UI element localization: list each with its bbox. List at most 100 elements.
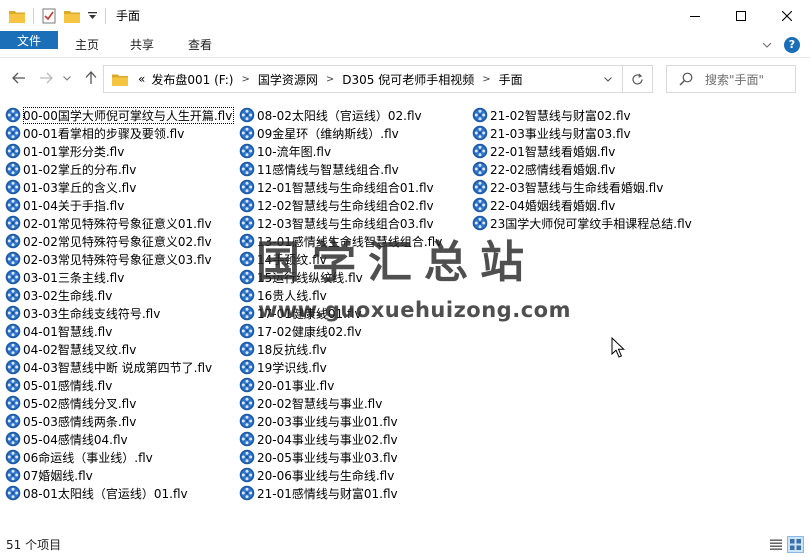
file-item[interactable]: 01-02掌丘的分布.flv [4, 160, 234, 178]
maximize-button[interactable] [718, 0, 764, 31]
forward-arrow-icon[interactable] [35, 67, 57, 89]
file-item[interactable]: 07婚姻线.flv [4, 466, 234, 484]
address-bar[interactable]: « 发布盘001 (F:) > 国学资源网 > D305 倪可老师手相视频 > … [103, 65, 653, 93]
video-file-icon [239, 269, 255, 285]
video-file-icon [5, 413, 21, 429]
file-column-1: 00-00国学大师倪可掌纹与人生开篇.flv 00-01看掌相的步骤及要领.flv… [4, 106, 235, 502]
video-file-icon [5, 323, 21, 339]
breadcrumb-separator-icon[interactable]: > [241, 74, 249, 85]
tab-home[interactable]: 主页 [58, 31, 116, 57]
breadcrumb-separator-icon[interactable]: > [326, 74, 334, 85]
help-icon[interactable]: ? [784, 36, 800, 53]
file-name: 05-03感情线两条.flv [23, 414, 137, 429]
file-item[interactable]: 12-02智慧线与生命线组合02.flv [238, 196, 442, 214]
customize-toolbar-chevron-icon[interactable] [86, 7, 98, 25]
file-item[interactable]: 00-00国学大师倪可掌纹与人生开篇.flv [4, 106, 235, 124]
file-item[interactable]: 22-03智慧线与生命线看婚姻.flv [471, 178, 692, 196]
file-item[interactable]: 01-01掌形分类.flv [4, 142, 234, 160]
file-item[interactable]: 10-流年图.flv [238, 142, 442, 160]
properties-icon[interactable] [40, 7, 58, 25]
video-file-icon [5, 215, 21, 231]
file-item[interactable]: 05-01感情线.flv [4, 376, 234, 394]
file-item[interactable]: 03-01三条主线.flv [4, 268, 234, 286]
details-view-icon[interactable] [767, 536, 784, 553]
large-icons-view-icon[interactable] [787, 536, 804, 553]
tab-file[interactable]: 文件 [0, 31, 58, 49]
breadcrumb-video-folder[interactable]: D305 倪可老师手相视频 [342, 71, 474, 88]
video-file-icon [239, 467, 255, 483]
breadcrumb-drive[interactable]: 发布盘001 (F:) [151, 71, 233, 88]
file-name: 04-02智慧线叉纹.flv [23, 342, 137, 357]
video-file-icon [239, 107, 255, 123]
navigation-bar: « 发布盘001 (F:) > 国学资源网 > D305 倪可老师手相视频 > … [0, 58, 810, 100]
file-item[interactable]: 20-04事业线与事业02.flv [238, 430, 442, 448]
file-name: 00-01看掌相的步骤及要领.flv [23, 126, 185, 141]
file-name: 20-02智慧线与事业.flv [257, 396, 383, 411]
file-item[interactable]: 03-02生命线.flv [4, 286, 234, 304]
back-arrow-icon[interactable] [8, 67, 30, 89]
file-item[interactable]: 17-02健康线02.flv [238, 322, 442, 340]
file-item[interactable]: 04-02智慧线叉纹.flv [4, 340, 234, 358]
video-file-icon [239, 449, 255, 465]
file-item[interactable]: 04-01智慧线.flv [4, 322, 234, 340]
expand-ribbon-icon[interactable] [756, 38, 778, 51]
file-item[interactable]: 20-05事业线与事业03.flv [238, 448, 442, 466]
file-item[interactable]: 12-01智慧线与生命线组合01.flv [238, 178, 442, 196]
file-name: 18反抗线.flv [257, 342, 327, 357]
file-item[interactable]: 02-02常见特殊符号象征意义02.flv [4, 232, 234, 250]
file-item[interactable]: 22-02感情线看婚姻.flv [471, 160, 692, 178]
minimize-button[interactable] [672, 0, 718, 31]
search-box[interactable]: 搜索"手面" [666, 65, 796, 93]
file-item[interactable]: 20-01事业.flv [238, 376, 442, 394]
quick-access-toolbar: 手面 [0, 0, 140, 31]
address-dropdown-chevron-icon[interactable] [598, 66, 618, 92]
file-item[interactable]: 05-03感情线两条.flv [4, 412, 234, 430]
file-item[interactable]: 05-04感情线04.flv [4, 430, 234, 448]
file-item[interactable]: 18反抗线.flv [238, 340, 442, 358]
file-item[interactable]: 09金星环（维纳斯线）.flv [238, 124, 442, 142]
breadcrumb-resources[interactable]: 国学资源网 [258, 71, 318, 88]
file-item[interactable]: 04-03智慧线中断 说成第四节了.flv [4, 358, 234, 376]
watermark-url: www.guoxuehuizong.com [258, 298, 571, 322]
video-file-icon [472, 161, 488, 177]
file-item[interactable]: 20-06事业线与生命线.flv [238, 466, 442, 484]
file-item[interactable]: 06命运线（事业线）.flv [4, 448, 234, 466]
file-item[interactable]: 02-01常见特殊符号象征意义01.flv [4, 214, 234, 232]
file-item[interactable]: 00-01看掌相的步骤及要领.flv [4, 124, 234, 142]
file-name: 01-02掌丘的分布.flv [23, 162, 137, 177]
file-item[interactable]: 01-04关于手指.flv [4, 196, 234, 214]
close-button[interactable] [764, 0, 810, 31]
file-name: 20-06事业线与生命线.flv [257, 468, 395, 483]
file-item[interactable]: 21-02智慧线与财富02.flv [471, 106, 692, 124]
tab-share[interactable]: 共享 [116, 31, 168, 57]
file-item[interactable]: 22-01智慧线看婚姻.flv [471, 142, 692, 160]
refresh-icon[interactable] [622, 66, 652, 92]
new-folder-icon[interactable] [63, 7, 81, 25]
breadcrumb-separator-icon[interactable]: > [482, 74, 490, 85]
file-item[interactable]: 11感情线与智慧线组合.flv [238, 160, 442, 178]
recent-locations-chevron-icon[interactable] [60, 67, 74, 89]
file-name: 08-02太阳线（官运线）02.flv [257, 108, 422, 123]
breadcrumb-overflow[interactable]: « [138, 72, 145, 86]
file-item[interactable]: 03-03生命线支线符号.flv [4, 304, 234, 322]
file-item[interactable]: 02-03常见特殊符号象征意义03.flv [4, 250, 234, 268]
up-arrow-icon[interactable] [80, 67, 102, 89]
breadcrumb-current[interactable]: 手面 [499, 71, 523, 88]
file-item[interactable]: 01-03掌丘的含义.flv [4, 178, 234, 196]
file-item[interactable]: 20-03事业线与事业01.flv [238, 412, 442, 430]
file-name: 01-01掌形分类.flv [23, 144, 125, 159]
file-item[interactable]: 21-01感情线与财富01.flv [238, 484, 442, 502]
search-input[interactable]: 搜索"手面" [705, 71, 764, 88]
file-item[interactable]: 20-02智慧线与事业.flv [238, 394, 442, 412]
file-name: 04-03智慧线中断 说成第四节了.flv [23, 360, 213, 375]
file-item[interactable]: 05-02感情线分叉.flv [4, 394, 234, 412]
file-item[interactable]: 21-03事业线与财富03.flv [471, 124, 692, 142]
file-item[interactable]: 22-04婚姻线看婚姻.flv [471, 196, 692, 214]
video-file-icon [5, 431, 21, 447]
file-item[interactable]: 19学识线.flv [238, 358, 442, 376]
file-item[interactable]: 08-01太阳线（官运线）01.flv [4, 484, 234, 502]
tab-view[interactable]: 查看 [168, 31, 232, 57]
file-name: 02-03常见特殊符号象征意义03.flv [23, 252, 212, 267]
file-item[interactable]: 08-02太阳线（官运线）02.flv [238, 106, 442, 124]
file-name: 17-02健康线02.flv [257, 324, 362, 339]
